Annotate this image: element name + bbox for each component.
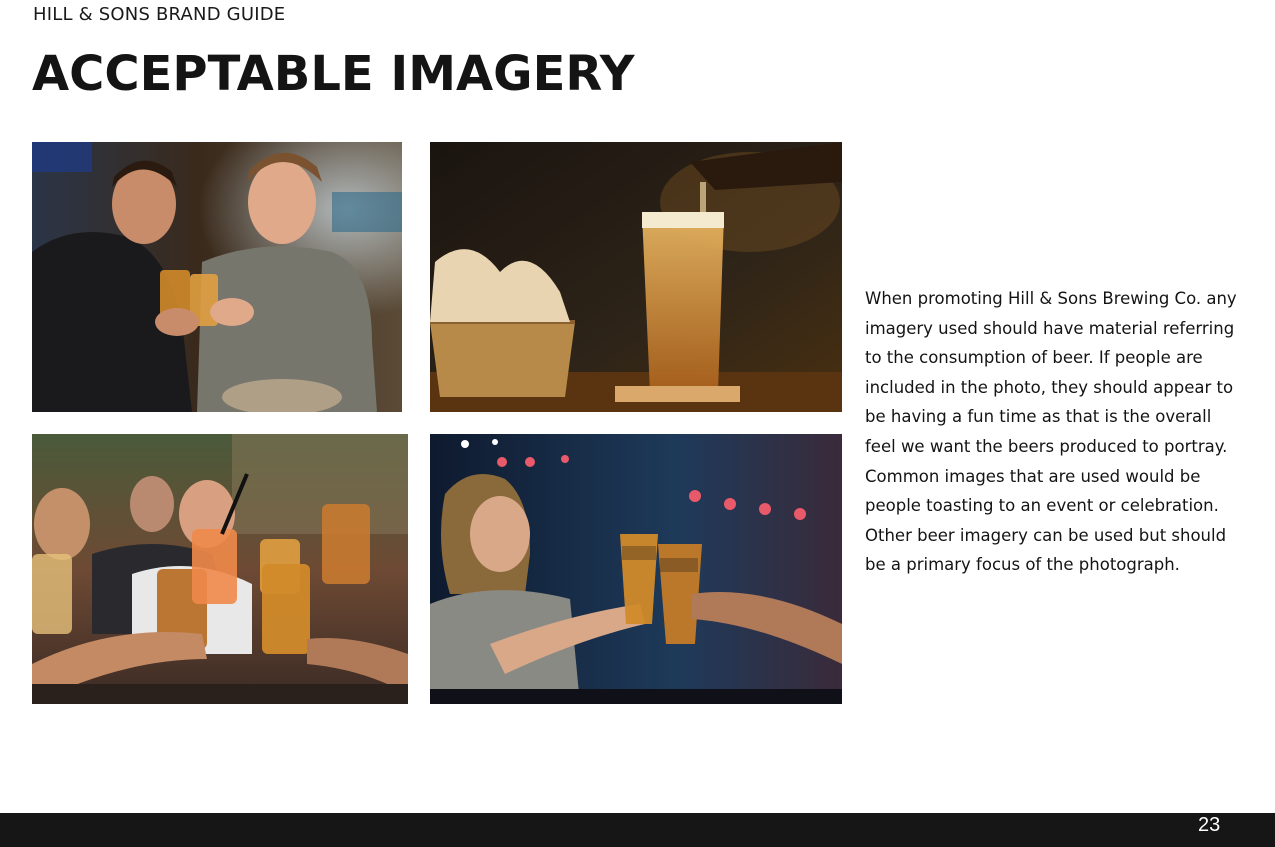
photo-woman-toasting <box>430 434 842 704</box>
photo-beer-pour <box>430 142 842 412</box>
brand-guide-label: HILL & SONS BRAND GUIDE <box>33 4 286 25</box>
photo-men-toasting <box>32 142 402 412</box>
footer-bar <box>0 813 1275 847</box>
imagery-description: When promoting Hill & Sons Brewing Co. a… <box>865 289 1237 575</box>
page-number: 23 <box>1198 814 1221 836</box>
photo-group-toast <box>32 434 408 704</box>
page-title: ACCEPTABLE IMAGERY <box>32 46 635 102</box>
